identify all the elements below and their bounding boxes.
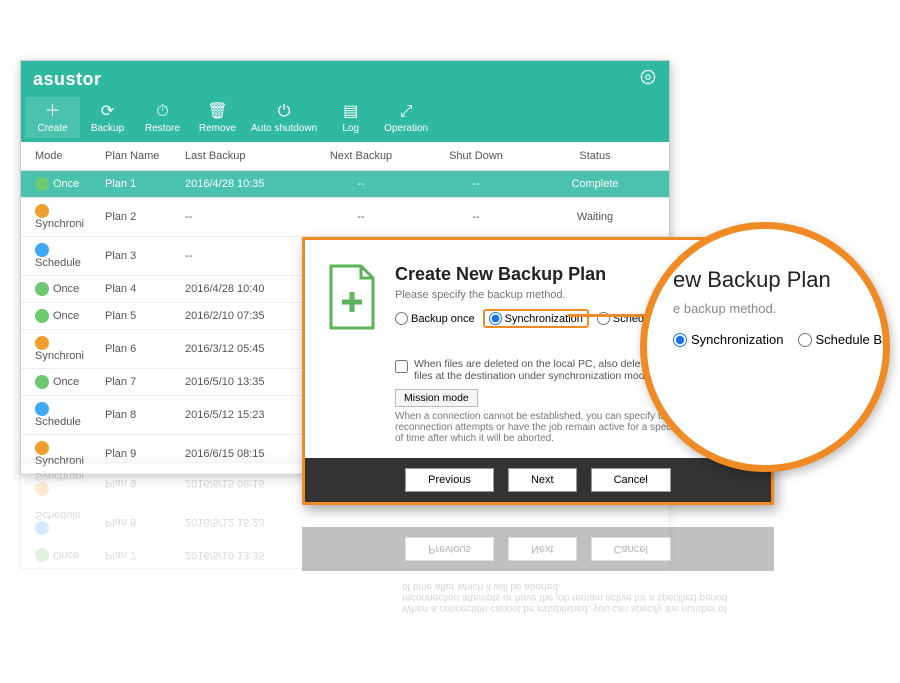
mode-once-icon [35,177,49,191]
mode-sched-icon [35,243,49,257]
previous-button[interactable]: Previous [405,468,494,492]
col-next[interactable]: Next Backup [301,146,421,166]
next-button[interactable]: Next [508,468,577,492]
trash-icon: 🗑 [196,103,239,121]
brand-logo: asustor [33,69,102,90]
mode-sync-icon [35,482,49,496]
radio-backup-once[interactable]: Backup once [395,312,475,325]
mode-once-icon [35,282,49,296]
col-shut[interactable]: Shut Down [421,146,531,166]
mode-once-icon [35,375,49,389]
mode-sync-icon [35,336,49,350]
table-row[interactable]: SynchroniPlan 2------Waiting [21,198,669,237]
mode-once-icon [35,309,49,323]
mission-mode-button[interactable]: Mission mode [395,389,478,407]
cancel-button[interactable]: Cancel [591,468,671,492]
power-icon: ⏻ [251,103,317,121]
col-plan[interactable]: Plan Name [101,146,181,166]
log-button[interactable]: ▤Log [323,97,378,138]
restore-icon: ⏱ [141,103,184,121]
backup-icon: ⟳ [86,103,129,121]
operation-button[interactable]: ⤢Operation [378,97,434,138]
delete-sync-checkbox[interactable] [395,360,408,373]
dialog-footer: Previous Next Cancel [305,458,771,502]
restore-button[interactable]: ⏱Restore [135,97,190,138]
lens-subtitle-fragment: e backup method. [673,301,865,316]
plus-icon: ＋ [31,103,74,121]
remove-button[interactable]: 🗑Remove [190,97,245,138]
lens-radio-sync[interactable]: Synchronization [673,332,784,347]
col-mode[interactable]: Mode [31,146,101,166]
toolbar: ＋Create ⟳Backup ⏱Restore 🗑Remove ⏻Auto s… [21,97,669,142]
mode-sync-icon [35,204,49,218]
table-row[interactable]: OncePlan 72016/5/10 13:35 [21,541,669,568]
col-status[interactable]: Status [531,146,659,166]
backup-button[interactable]: ⟳Backup [80,97,135,138]
dialog-reflection: When a connection cannot be established,… [302,527,774,624]
radio-synchronization[interactable]: Synchronization [483,309,589,328]
titlebar: asustor [21,61,669,97]
mode-sync-icon [35,441,49,455]
document-plus-icon [325,264,379,332]
lens-title-fragment: ew Backup Plan [673,267,865,293]
mode-sched-icon [35,521,49,535]
autoshutdown-button[interactable]: ⏻Auto shutdown [245,97,323,138]
table-row[interactable]: OncePlan 12016/4/28 10:35----Complete [21,171,669,198]
mode-once-icon [35,548,49,562]
settings-icon[interactable] [639,68,657,91]
mode-sched-icon [35,402,49,416]
log-icon: ▤ [329,103,372,121]
create-button[interactable]: ＋Create [25,97,80,138]
lens-radio-sched[interactable]: Schedule Ba [798,332,890,347]
col-last[interactable]: Last Backup [181,146,301,166]
operation-icon: ⤢ [384,103,428,121]
table-row[interactable]: SchedulePlan 82016/5/12 15:23 [21,502,669,541]
magnifier: ew Backup Plan e backup method. Synchron… [640,222,890,472]
column-headers: Mode Plan Name Last Backup Next Backup S… [21,142,669,171]
